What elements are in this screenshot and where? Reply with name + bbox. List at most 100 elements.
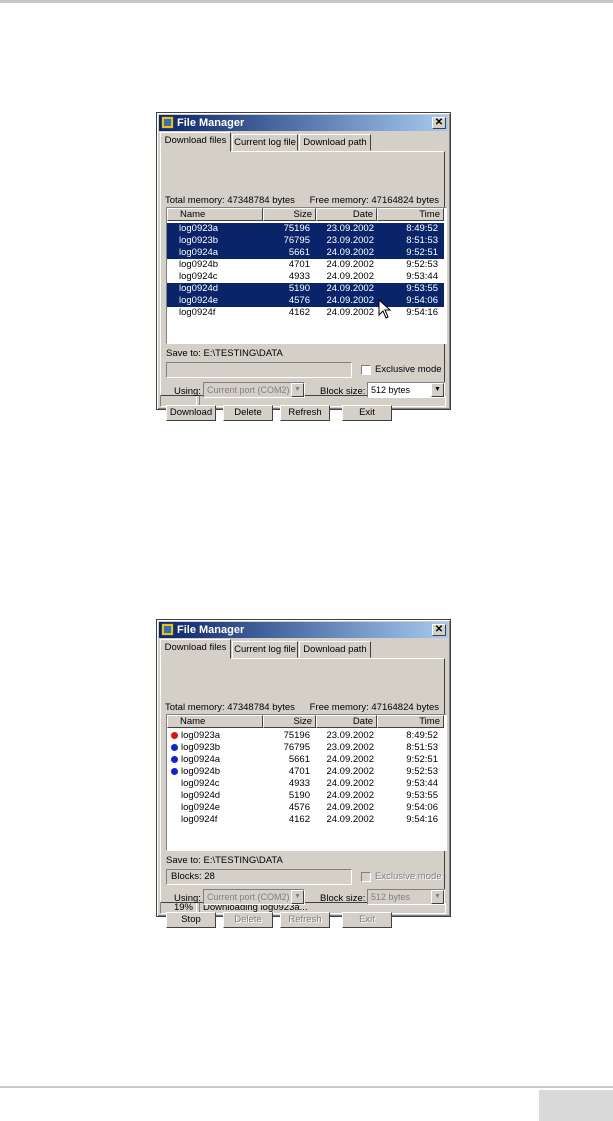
tab-download-files[interactable]: Download files xyxy=(160,639,231,659)
column-header-time[interactable]: Time xyxy=(377,208,444,221)
table-row[interactable]: log0924c 4933 24.09.2002 9:53:44 xyxy=(167,778,444,790)
total-memory: Total memory: 47348784 bytes xyxy=(165,702,295,713)
row-size: 4576 xyxy=(288,802,310,813)
column-header-size[interactable]: Size xyxy=(263,715,316,728)
chevron-down-icon[interactable]: ▼ xyxy=(431,383,444,397)
block-size-select[interactable]: 512 bytes ▼ xyxy=(367,382,445,398)
row-name: log0924b xyxy=(181,766,221,777)
block-size-value: 512 bytes xyxy=(371,892,411,902)
table-row[interactable]: log0924a 5661 24.09.2002 9:52:51 xyxy=(167,247,444,259)
row-size: 75196 xyxy=(283,730,310,741)
table-row[interactable]: log0923a 75196 23.09.2002 8:49:52 xyxy=(167,730,444,742)
port-select-value: Current port (COM2) xyxy=(207,385,290,395)
row-date: 23.09.2002 xyxy=(326,742,374,753)
table-row[interactable]: log0924d 5190 24.09.2002 9:53:55 xyxy=(167,790,444,802)
block-size-select[interactable]: 512 bytes ▼ xyxy=(367,889,445,905)
column-header-name[interactable]: Name xyxy=(167,715,263,728)
row-size: 76795 xyxy=(283,742,310,753)
row-date: 23.09.2002 xyxy=(326,223,374,234)
column-header-name[interactable]: Name xyxy=(167,208,263,221)
blocks-status-field xyxy=(166,362,352,378)
tab-download-path[interactable]: Download path xyxy=(299,134,371,151)
window-title: File Manager xyxy=(177,624,245,636)
row-date: 24.09.2002 xyxy=(326,802,374,813)
table-row[interactable]: log0923a 75196 23.09.2002 8:49:52 xyxy=(167,223,444,235)
file-manager-window: File Manager ✕ Download files Current lo… xyxy=(156,112,451,421)
row-time: 9:54:06 xyxy=(406,802,438,813)
port-select-value: Current port (COM2) xyxy=(207,892,290,902)
row-time: 9:53:44 xyxy=(406,271,438,282)
row-time: 9:53:55 xyxy=(406,283,438,294)
column-header-size[interactable]: Size xyxy=(263,208,316,221)
row-date: 24.09.2002 xyxy=(326,247,374,258)
table-row[interactable]: log0924b 4701 24.09.2002 9:52:53 xyxy=(167,259,444,271)
row-name: log0923a xyxy=(181,730,221,741)
row-size: 4933 xyxy=(288,271,310,282)
status-dot-icon xyxy=(171,732,178,739)
row-name: log0924a xyxy=(179,247,219,258)
app-icon xyxy=(161,116,174,129)
exit-button[interactable]: Exit xyxy=(342,912,392,928)
row-name: log0924f xyxy=(179,307,216,318)
table-row[interactable]: log0923b 76795 23.09.2002 8:51:53 xyxy=(167,235,444,247)
table-row[interactable]: log0924b 4701 24.09.2002 9:52:53 xyxy=(167,766,444,778)
using-label: Using: xyxy=(174,386,201,397)
close-button[interactable]: ✕ xyxy=(432,624,446,636)
row-date: 24.09.2002 xyxy=(326,259,374,270)
row-date: 24.09.2002 xyxy=(326,295,374,306)
free-memory: Free memory: 47164824 bytes xyxy=(309,195,439,206)
block-size-label: Block size: xyxy=(320,893,366,904)
exclusive-mode-checkbox[interactable] xyxy=(361,872,371,882)
table-row[interactable]: log0924f 4162 24.09.2002 9:54:16 xyxy=(167,814,444,826)
row-name: log0924d xyxy=(179,283,219,294)
refresh-button[interactable]: Refresh xyxy=(280,405,330,421)
row-time: 8:49:52 xyxy=(406,223,438,234)
row-name: log0924f xyxy=(181,814,218,825)
block-size-label: Block size: xyxy=(320,386,366,397)
file-list[interactable]: Name Size Date Time log0923a 75196 23.09… xyxy=(166,207,447,344)
row-date: 24.09.2002 xyxy=(326,814,374,825)
refresh-button[interactable]: Refresh xyxy=(280,912,330,928)
column-header-date[interactable]: Date xyxy=(316,208,377,221)
chevron-down-icon[interactable]: ▼ xyxy=(291,890,304,904)
row-name: log0923b xyxy=(181,742,221,753)
page-bottom-rule xyxy=(0,1086,613,1088)
table-row[interactable]: log0924c 4933 24.09.2002 9:53:44 xyxy=(167,271,444,283)
tab-download-files[interactable]: Download files xyxy=(160,132,231,152)
exclusive-mode-label[interactable]: Exclusive mode xyxy=(375,364,442,375)
row-date: 24.09.2002 xyxy=(326,766,374,777)
row-time: 9:53:44 xyxy=(406,778,438,789)
title-bar[interactable]: File Manager ✕ xyxy=(159,622,448,638)
tab-current-log-file[interactable]: Current log file xyxy=(232,641,298,658)
stop-button[interactable]: Stop xyxy=(166,912,216,928)
port-select[interactable]: Current port (COM2) ▼ xyxy=(203,382,305,398)
tab-current-log-file[interactable]: Current log file xyxy=(232,134,298,151)
table-row[interactable]: log0924f 4162 24.09.2002 9:54:16 xyxy=(167,307,444,319)
table-row[interactable]: log0924d 5190 24.09.2002 9:53:55 xyxy=(167,283,444,295)
table-row[interactable]: log0924e 4576 24.09.2002 9:54:06 xyxy=(167,802,444,814)
table-row[interactable]: log0924e 4576 24.09.2002 9:54:06 xyxy=(167,295,444,307)
table-row[interactable]: log0924a 5661 24.09.2002 9:52:51 xyxy=(167,754,444,766)
chevron-down-icon[interactable]: ▼ xyxy=(291,383,304,397)
row-time: 9:52:53 xyxy=(406,259,438,270)
delete-button[interactable]: Delete xyxy=(223,405,273,421)
exclusive-mode-checkbox[interactable] xyxy=(361,365,371,375)
delete-button[interactable]: Delete xyxy=(223,912,273,928)
row-name: log0924d xyxy=(181,790,221,801)
exit-button[interactable]: Exit xyxy=(342,405,392,421)
status-dot-icon xyxy=(171,768,178,775)
file-list[interactable]: Name Size Date Time log0923a 75196 23.09… xyxy=(166,714,447,851)
column-header-date[interactable]: Date xyxy=(316,715,377,728)
row-time: 8:49:52 xyxy=(406,730,438,741)
row-name: log0923b xyxy=(179,235,219,246)
chevron-down-icon[interactable]: ▼ xyxy=(431,890,444,904)
column-header-time[interactable]: Time xyxy=(377,715,444,728)
exclusive-mode-label[interactable]: Exclusive mode xyxy=(375,871,442,882)
title-bar[interactable]: File Manager ✕ xyxy=(159,115,448,131)
row-name: log0924e xyxy=(181,802,221,813)
close-button[interactable]: ✕ xyxy=(432,117,446,129)
tab-download-path[interactable]: Download path xyxy=(299,641,371,658)
download-button[interactable]: Download xyxy=(166,405,216,421)
port-select[interactable]: Current port (COM2) ▼ xyxy=(203,889,305,905)
table-row[interactable]: log0923b 76795 23.09.2002 8:51:53 xyxy=(167,742,444,754)
